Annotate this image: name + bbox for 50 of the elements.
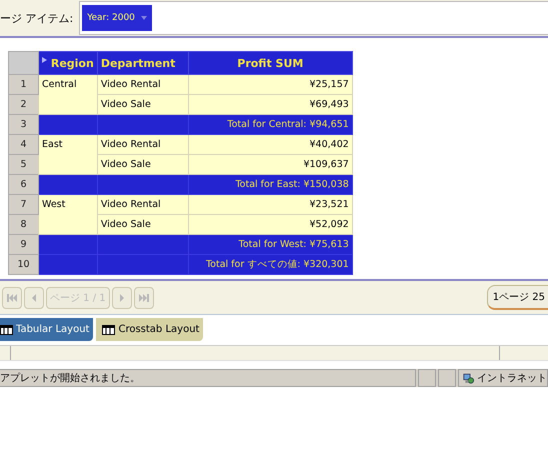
- table-cell: Video Rental: [97, 134, 188, 154]
- row-number: 4: [8, 134, 38, 154]
- table-cell: ¥69,493: [188, 94, 352, 114]
- table-cell: Video Rental: [97, 194, 188, 214]
- row-number: 9: [8, 234, 38, 254]
- table-cell: ¥40,402: [188, 134, 352, 154]
- table-cell: Central: [38, 74, 98, 114]
- row-number: 3: [8, 114, 38, 134]
- row-number: 1: [8, 74, 38, 94]
- last-page-icon[interactable]: [134, 286, 154, 308]
- layout-tab[interactable]: Crosstab Layout: [96, 318, 204, 341]
- table-cell: Video Rental: [97, 74, 188, 94]
- table-cell: East: [38, 134, 98, 174]
- column-header: Department: [97, 52, 188, 74]
- table-cell: ¥109,637: [188, 154, 352, 174]
- layout-tab[interactable]: Tabular Layout: [0, 318, 94, 341]
- caret-icon: [140, 16, 147, 20]
- row-number: 6: [8, 174, 38, 194]
- table-cell: Video Sale: [97, 154, 188, 174]
- next-page-icon[interactable]: [112, 286, 132, 308]
- previous-page-icon[interactable]: [24, 286, 44, 308]
- year-dropdown[interactable]: Year: 2000: [82, 5, 152, 31]
- table-cell: Video Sale: [97, 94, 188, 114]
- expand-icon[interactable]: [42, 56, 47, 62]
- table-cell: Video Sale: [97, 214, 188, 234]
- zone-label: イントラネット: [477, 372, 547, 385]
- page-items-label: ージ アイテム:: [0, 10, 74, 26]
- table-cell: ¥25,157: [188, 74, 352, 94]
- table-icon: [102, 324, 116, 334]
- status-pane: [438, 369, 456, 387]
- row-number: 2: [8, 94, 38, 114]
- row-number: 10: [8, 254, 38, 274]
- total-cell: Total for Central: ¥94,651: [188, 114, 352, 134]
- first-page-icon[interactable]: [2, 286, 22, 308]
- table-icon: [0, 324, 13, 334]
- network-icon: [463, 372, 474, 384]
- column-label: Region: [50, 56, 94, 70]
- rows-per-page-dropdown[interactable]: 1ページ 25: [486, 285, 548, 310]
- total-cell: Total for East: ¥150,038: [188, 174, 352, 194]
- table-cell: ¥23,521: [188, 194, 352, 214]
- row-number: 8: [8, 214, 38, 234]
- status-message: アプレットが開始されました。: [0, 372, 140, 385]
- total-cell: Total for West: ¥75,613: [188, 234, 352, 254]
- status-pane: [418, 369, 436, 387]
- column-header: Profit SUM: [188, 52, 352, 74]
- table-cell: ¥52,092: [188, 214, 352, 234]
- table-cell: West: [38, 194, 98, 234]
- total-cell: Total for すべての値: ¥320,301: [188, 254, 352, 274]
- row-number: 7: [8, 194, 38, 214]
- row-number: 5: [8, 154, 38, 174]
